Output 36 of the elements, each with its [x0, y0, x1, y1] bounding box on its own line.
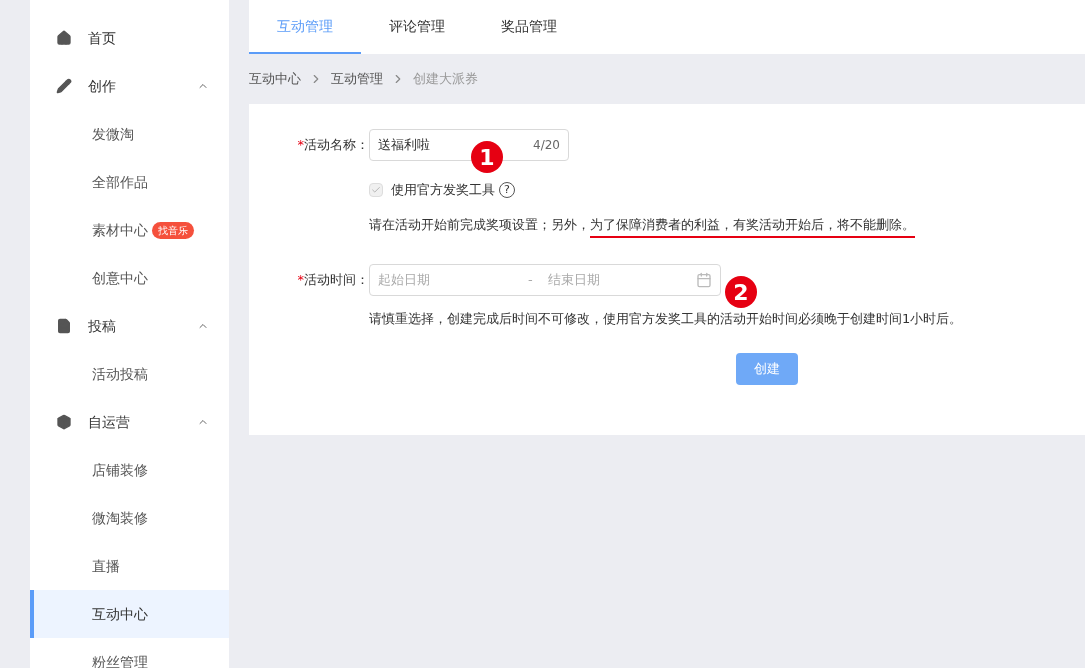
breadcrumb-item[interactable]: 互动管理: [331, 69, 383, 89]
sidebar-group[interactable]: 投稿: [30, 302, 229, 350]
tab[interactable]: 奖品管理: [473, 0, 585, 54]
sidebar-item[interactable]: 发微淘: [30, 110, 229, 158]
sidebar-item[interactable]: 全部作品: [30, 158, 229, 206]
breadcrumb-item: 创建大派券: [413, 70, 478, 89]
breadcrumb-item[interactable]: 互动中心: [249, 69, 301, 89]
sidebar-group[interactable]: 创作: [30, 62, 229, 110]
required-mark: *: [297, 136, 304, 155]
hint-text: 请在活动开始前完成奖项设置；另外，: [369, 215, 590, 234]
field-label: 活动名称：: [304, 136, 369, 155]
sidebar-item[interactable]: 店铺装修: [30, 446, 229, 494]
check-icon: [371, 184, 381, 195]
sidebar-item[interactable]: 素材中心 找音乐: [30, 206, 229, 254]
home-icon: [56, 30, 72, 46]
pencil-icon: [56, 78, 72, 94]
character-counter: 4/20: [533, 137, 560, 154]
sidebar-item[interactable]: 活动投稿: [30, 350, 229, 398]
document-icon: [56, 318, 72, 334]
sidebar-item[interactable]: 直播: [30, 542, 229, 590]
highlighted-hint-text: 为了保障消费者的利益，有奖活动开始后，将不能删除。: [590, 214, 915, 238]
required-mark: *: [297, 271, 304, 290]
field-label: 活动时间：: [304, 271, 369, 290]
badge: 找音乐: [152, 221, 194, 239]
sidebar-group[interactable]: 首页: [30, 14, 229, 62]
checkbox-label: 使用官方发奖工具: [391, 181, 495, 199]
sidebar-item[interactable]: 粉丝管理: [30, 638, 229, 668]
sidebar-item[interactable]: 创意中心: [30, 254, 229, 302]
calendar-icon: [696, 272, 712, 288]
hint-text: 请慎重选择，创建完成后时间不可修改，使用官方发奖工具的活动开始时间必须晚于创建时间1小时后。: [369, 310, 963, 328]
annotation-marker: 2: [725, 276, 757, 308]
sidebar-item[interactable]: 互动中心: [30, 590, 229, 638]
tab[interactable]: 评论管理: [361, 0, 473, 54]
sidebar-item[interactable]: 微淘装修: [30, 494, 229, 542]
annotation-marker: 1: [471, 141, 503, 173]
sidebar-group[interactable]: 自运营: [30, 398, 229, 446]
